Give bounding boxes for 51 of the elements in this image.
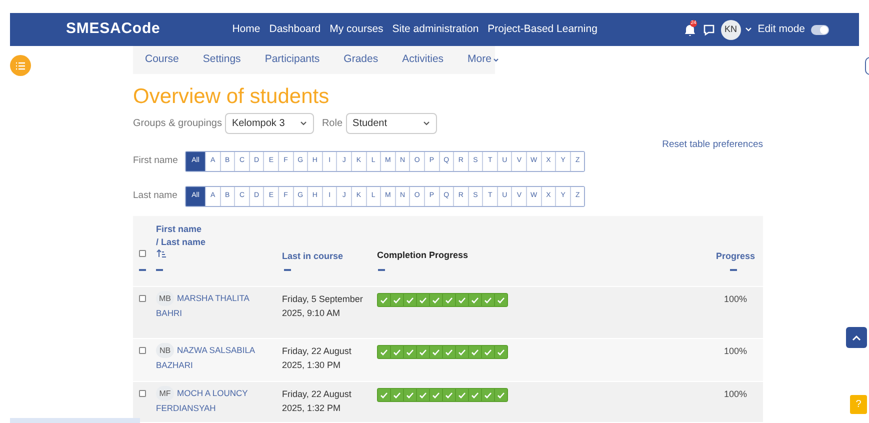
last-access-cell-text: Friday, 22 August 2025, 1:32 PM	[282, 388, 352, 415]
caret-icon	[300, 121, 307, 126]
page-title: Overview of students	[133, 84, 330, 110]
initials-label: First name	[133, 154, 179, 168]
column-header-link[interactable]: Last in course	[282, 250, 344, 264]
avatar[interactable]: KN	[720, 20, 741, 40]
edit-mode-toggle[interactable]	[811, 24, 829, 34]
column-header: Completion Progress	[377, 249, 468, 262]
nav-link[interactable]: My courses	[330, 22, 384, 38]
caret-icon[interactable]	[744, 27, 752, 32]
column-header-link[interactable]: / Last name	[156, 236, 206, 249]
brand-logo[interactable]: SMESACode	[66, 18, 160, 41]
last-access-cell-text: Friday, 5 September 2025, 9:10 AM	[282, 293, 364, 320]
row-checkbox[interactable]	[139, 390, 146, 397]
select-all-checkbox[interactable]	[139, 250, 146, 257]
student-name-link[interactable]: MB MARSHA THALITA BAHRI	[156, 291, 266, 321]
filter-dropdown[interactable]: Student	[346, 113, 437, 134]
column-header-link[interactable]: First name	[156, 223, 206, 236]
course-nav-link[interactable]: Participants	[264, 52, 320, 68]
scroll-top-button[interactable]	[846, 327, 867, 348]
student-name-link[interactable]: MF MOCH A LOUNCY FERDIANSYAH	[156, 386, 266, 416]
last-access-cell-text: Friday, 22 August 2025, 1:30 PM	[282, 345, 352, 372]
nav-link[interactable]: Home	[232, 22, 260, 38]
course-nav-link[interactable]: Grades	[344, 52, 378, 68]
filter-dropdown[interactable]: Kelompok 3	[224, 113, 314, 134]
row-checkbox[interactable]	[139, 347, 146, 354]
caret-icon	[422, 121, 430, 126]
progress-cell-text: 100%	[724, 293, 747, 306]
nav-link[interactable]: Dashboard	[269, 22, 321, 38]
row-checkbox[interactable]	[139, 295, 146, 302]
reset-table-link[interactable]: Reset table preferences	[662, 138, 763, 150]
list-icon	[16, 62, 25, 70]
chat-icon[interactable]	[702, 24, 715, 36]
column-header-link[interactable]: Progress	[716, 250, 755, 264]
initials-label: Last name	[133, 189, 178, 204]
chevron-up-icon	[852, 334, 861, 340]
caret-icon	[493, 58, 500, 62]
edit-mode-label: Edit mode	[758, 22, 805, 37]
course-nav-link[interactable]: Activities	[402, 52, 444, 68]
nav-link[interactable]: Site administration	[392, 22, 479, 38]
filter-label: Role	[322, 117, 343, 131]
progress-cell-text: 100%	[724, 388, 747, 401]
student-name-link[interactable]: NB NAZWA SALSABILA BAZHARI	[156, 343, 266, 373]
course-nav-link[interactable]: Course	[145, 52, 179, 68]
drawer-toggle-button[interactable]	[10, 55, 31, 76]
course-nav-link[interactable]: More	[468, 52, 500, 68]
course-nav-link[interactable]: Settings	[202, 52, 241, 68]
progress-cell-text: 100%	[724, 345, 747, 358]
filter-label: Groups & groupings	[133, 117, 222, 131]
nav-link[interactable]: Project-Based Learning	[488, 22, 598, 38]
sort-icon[interactable]	[156, 249, 167, 258]
